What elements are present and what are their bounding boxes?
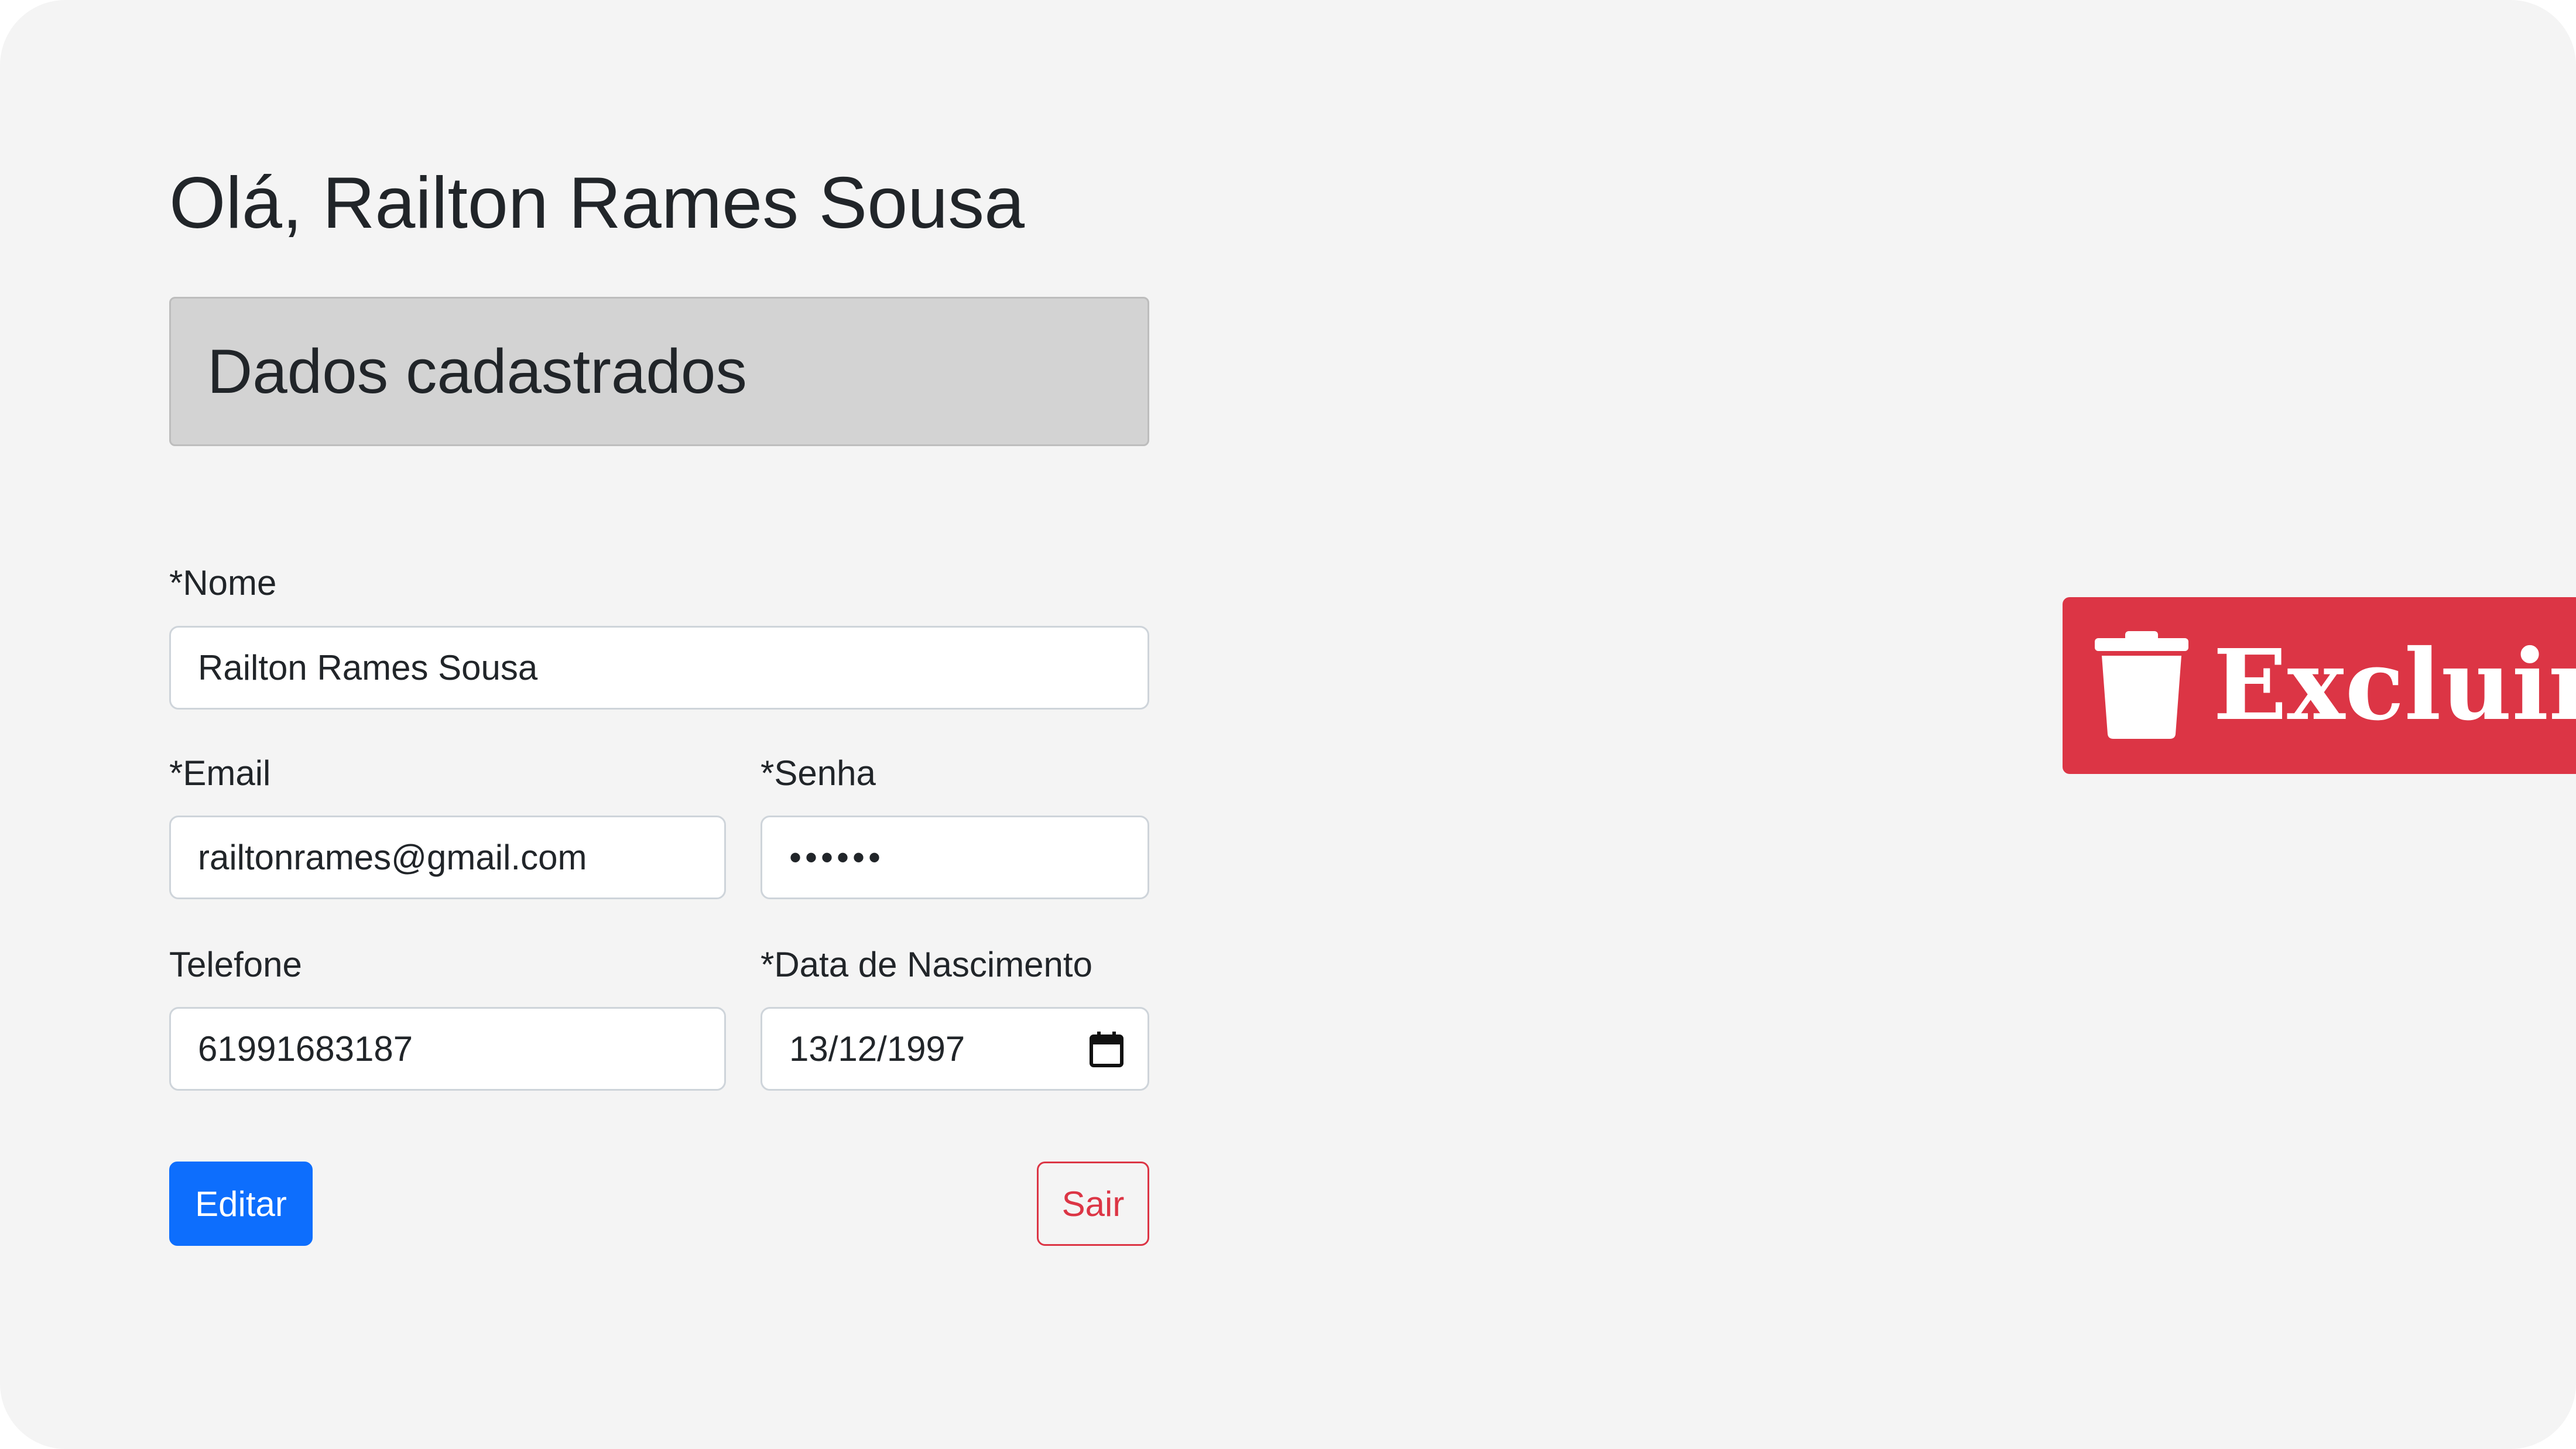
delete-label: Excluir	[2213, 628, 2576, 742]
senha-label: *Senha	[761, 753, 876, 793]
page-title: Olá, Railton Rames Sousa	[169, 163, 1025, 244]
senha-value: ••••••	[789, 837, 885, 877]
data-nascimento-label: *Data de Nascimento	[761, 945, 1092, 984]
senha-input[interactable]: ••••••	[761, 816, 1149, 899]
section-header: Dados cadastrados	[169, 297, 1149, 446]
exit-button[interactable]: Sair	[1037, 1162, 1149, 1246]
telefone-input[interactable]: 61991683187	[169, 1007, 726, 1091]
data-nascimento-input[interactable]: 13/12/1997	[761, 1007, 1149, 1091]
email-label: *Email	[169, 753, 271, 793]
email-input[interactable]: railtonrames@gmail.com	[169, 816, 726, 899]
edit-button[interactable]: Editar	[169, 1162, 313, 1246]
page-frame: Olá, Railton Rames Sousa Dados cadastrad…	[0, 0, 2576, 1449]
trash-icon	[2095, 631, 2188, 739]
nome-input[interactable]: Railton Rames Sousa	[169, 626, 1149, 710]
telefone-label: Telefone	[169, 945, 302, 984]
data-nascimento-value: 13/12/1997	[789, 1029, 965, 1068]
email-value: railtonrames@gmail.com	[198, 838, 587, 877]
calendar-icon[interactable]	[1089, 1030, 1124, 1068]
telefone-value: 61991683187	[198, 1029, 413, 1068]
nome-value: Railton Rames Sousa	[198, 648, 538, 687]
section-title: Dados cadastrados	[207, 336, 747, 406]
delete-button[interactable]: Excluir	[2063, 597, 2576, 774]
nome-label: *Nome	[169, 563, 277, 602]
